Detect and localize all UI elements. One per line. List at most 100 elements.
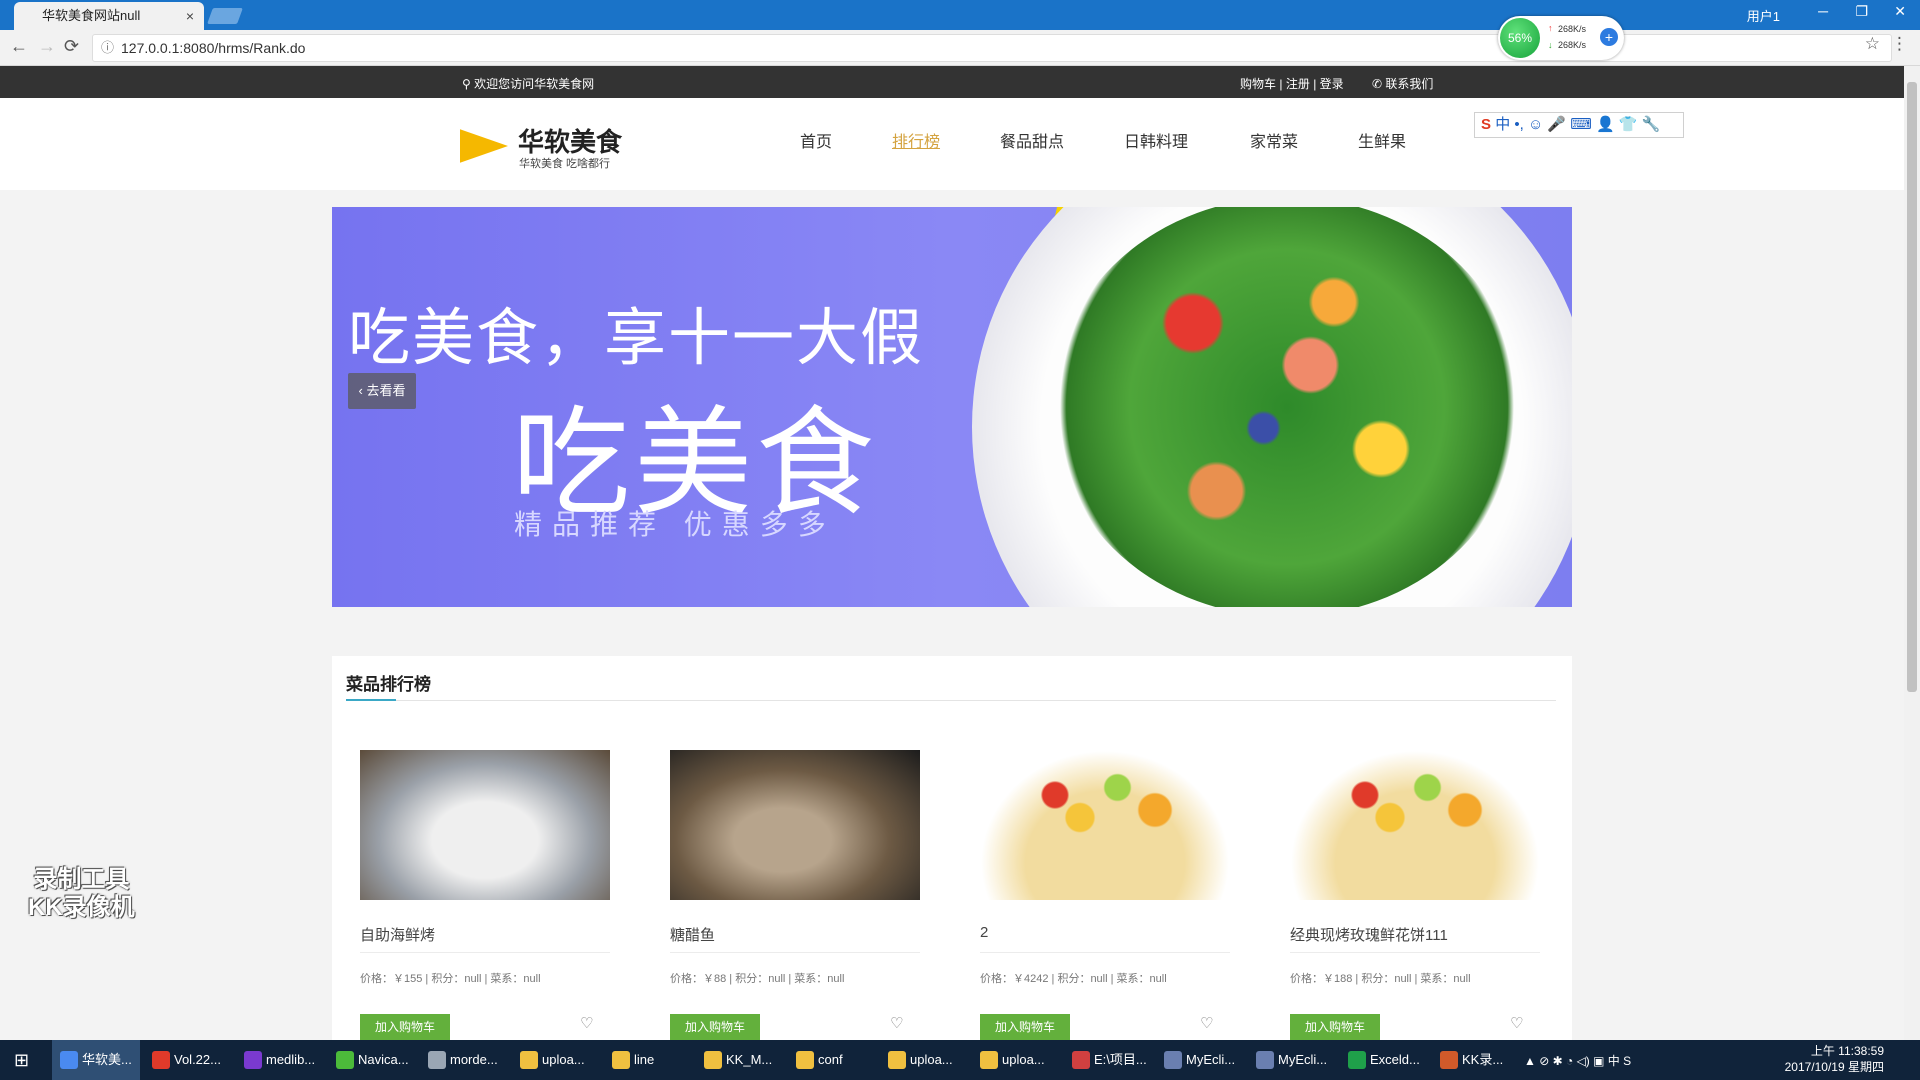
cart-link[interactable]: 购物车 <box>1240 77 1276 91</box>
divider <box>670 952 920 953</box>
nav-fresh-fruit[interactable]: 生鲜果 <box>1358 128 1406 152</box>
nav-rank[interactable]: 排行榜 <box>892 128 940 152</box>
windows-taskbar: ⊞ 华软美... Vol.22... medlib... Navica... m… <box>0 1040 1920 1080</box>
clock-time: 上午 11:38:59 <box>1810 1044 1884 1058</box>
taskbar-item[interactable]: 华软美... <box>52 1040 140 1080</box>
hero-banner[interactable]: 吃美食，享十一大假 吃美食 精品推荐 优惠多多 ‹ 去看看 <box>332 207 1572 607</box>
scrollbar-thumb[interactable] <box>1907 82 1917 692</box>
watermark-line2: KK录像机 <box>28 894 135 921</box>
heart-icon[interactable]: ♡ <box>580 1014 593 1032</box>
network-speed-widget[interactable]: 56% ↑ 268K/s ↓ 268K/s + <box>1498 16 1624 60</box>
browser-tab[interactable]: 华软美食网站null × <box>14 2 204 30</box>
logo-subtitle: 华软美食 吃啥都行 <box>519 158 611 170</box>
taskbar-clock[interactable]: 上午 11:38:59 2017/10/19 星期四 <box>1785 1043 1884 1075</box>
ranking-section: 菜品排行榜 自助海鲜烤 价格：￥155 | 积分：null | 菜系：null … <box>332 656 1572 1046</box>
ime-toolbar[interactable]: S 中 •, ☺ 🎤 ⌨ 👤 👕 🔧 <box>1474 112 1684 138</box>
dish-meta: 价格：￥88 | 积分：null | 菜系：null <box>670 973 845 985</box>
taskbar-item[interactable]: conf <box>788 1040 876 1080</box>
dish-card[interactable]: 2 价格：￥4242 | 积分：null | 菜系：null 加入购物车 ♡ <box>966 736 1248 1056</box>
taskbar-item[interactable]: uploa... <box>512 1040 600 1080</box>
new-tab-button[interactable] <box>207 8 243 24</box>
nav-japanese-korean[interactable]: 日韩料理 <box>1124 128 1188 152</box>
separator: | <box>1313 77 1317 91</box>
dish-image[interactable] <box>670 750 920 900</box>
windows-start-icon[interactable]: ⊞ <box>14 1050 29 1071</box>
dish-image[interactable] <box>1290 750 1540 900</box>
divider <box>360 952 610 953</box>
tab-close-icon[interactable]: × <box>186 2 194 30</box>
dish-name[interactable]: 经典现烤玫瑰鲜花饼111 <box>1290 924 1448 945</box>
recorder-watermark: 录制工具 KK录像机 <box>28 866 135 922</box>
reload-icon[interactable]: ⟳ <box>64 36 79 57</box>
dish-card[interactable]: 糖醋鱼 价格：￥88 | 积分：null | 菜系：null 加入购物车 ♡ <box>656 736 938 1056</box>
bookmark-star-icon[interactable]: ☆ <box>1865 34 1880 54</box>
restore-icon[interactable]: ❐ <box>1855 3 1868 20</box>
minimize-icon[interactable]: ─ <box>1818 3 1828 19</box>
divider <box>980 952 1230 953</box>
watermark-line1: 录制工具 <box>33 866 130 893</box>
ime-tools-icon[interactable]: 中 •, ☺ 🎤 ⌨ 👤 👕 🔧 <box>1495 116 1660 133</box>
dish-card[interactable]: 经典现烤玫瑰鲜花饼111 价格：￥188 | 积分：null | 菜系：null… <box>1276 736 1558 1056</box>
divider <box>1290 952 1540 953</box>
taskbar-item[interactable]: Navica... <box>328 1040 416 1080</box>
register-link[interactable]: 注册 <box>1286 77 1310 91</box>
close-window-icon[interactable]: ✕ <box>1894 3 1906 20</box>
taskbar-item[interactable]: KK_M... <box>696 1040 784 1080</box>
taskbar-item[interactable]: uploa... <box>880 1040 968 1080</box>
salad-image <box>1052 207 1522 607</box>
dish-name[interactable]: 糖醋鱼 <box>670 924 715 945</box>
system-tray-icons[interactable]: ▲ ⊘ ✱ ◔ ◁) ▣ 中 S <box>1524 1052 1631 1069</box>
nav-home[interactable]: 首页 <box>800 128 832 152</box>
sogou-icon: S <box>1481 116 1492 133</box>
taskbar-item[interactable]: Vol.22... <box>144 1040 232 1080</box>
page-scrollbar[interactable] <box>1904 66 1920 1040</box>
site-header: 华软美食 华软美食 吃啥都行 首页 排行榜 餐品甜点 日韩料理 家常菜 生鲜果 … <box>0 98 1904 190</box>
phone-icon: ✆ <box>1372 77 1386 91</box>
contact-link[interactable]: ✆ 联系我们 <box>1372 75 1433 92</box>
taskbar-item[interactable]: uploa... <box>972 1040 1060 1080</box>
heart-icon[interactable]: ♡ <box>1510 1014 1523 1032</box>
dish-name[interactable]: 自助海鲜烤 <box>360 924 435 945</box>
taskbar-item[interactable]: E:\项目... <box>1064 1040 1152 1080</box>
taskbar-item[interactable]: MyEcli... <box>1248 1040 1336 1080</box>
location-pin-icon: ⚲ <box>462 77 475 91</box>
dish-meta: 价格：￥188 | 积分：null | 菜系：null <box>1290 973 1471 985</box>
site-info-icon[interactable]: ⓘ <box>101 35 114 61</box>
banner-headline: 吃美食，享十一大假 <box>348 304 925 373</box>
dish-image[interactable] <box>360 750 610 900</box>
url-text: 127.0.0.1:8080/hrms/Rank.do <box>121 40 306 56</box>
profile-user[interactable]: 用户1 <box>1747 6 1780 25</box>
taskbar-item[interactable]: medlib... <box>236 1040 324 1080</box>
tab-title: 华软美食网站null <box>42 8 141 23</box>
heart-icon[interactable]: ♡ <box>890 1014 903 1032</box>
nav-desserts[interactable]: 餐品甜点 <box>1000 128 1064 152</box>
chevron-left-icon: ‹ <box>358 383 363 398</box>
section-title: 菜品排行榜 <box>346 675 431 694</box>
banner-prev-button[interactable]: ‹ 去看看 <box>348 373 416 409</box>
taskbar-item[interactable]: line <box>604 1040 692 1080</box>
taskbar-item[interactable]: KK录... <box>1432 1040 1520 1080</box>
logo-icon[interactable] <box>460 129 508 163</box>
site-topbar: ⚲ 欢迎您访问华软美食网 购物车 | 注册 | 登录 ✆ 联系我们 <box>0 66 1904 98</box>
logo-title[interactable]: 华软美食 <box>518 122 622 159</box>
add-to-cart-button[interactable]: 加入购物车 <box>1290 1014 1380 1040</box>
add-to-cart-button[interactable]: 加入购物车 <box>670 1014 760 1040</box>
taskbar-item[interactable]: Exceld... <box>1340 1040 1428 1080</box>
plus-icon[interactable]: + <box>1600 28 1618 46</box>
login-link[interactable]: 登录 <box>1320 77 1344 91</box>
heart-icon[interactable]: ♡ <box>1200 1014 1213 1032</box>
nav-home-cooking[interactable]: 家常菜 <box>1250 128 1298 152</box>
back-icon[interactable]: ← <box>10 36 28 57</box>
dish-meta: 价格：￥155 | 积分：null | 菜系：null <box>360 973 541 985</box>
forward-icon[interactable]: → <box>38 36 56 57</box>
speed-percent: 56% <box>1500 18 1540 58</box>
browser-menu-icon[interactable]: ⋮ <box>1891 34 1908 54</box>
taskbar-item[interactable]: MyEcli... <box>1156 1040 1244 1080</box>
add-to-cart-button[interactable]: 加入购物车 <box>360 1014 450 1040</box>
taskbar-item[interactable]: morde... <box>420 1040 508 1080</box>
dish-name[interactable]: 2 <box>980 924 988 941</box>
add-to-cart-button[interactable]: 加入购物车 <box>980 1014 1070 1040</box>
dish-card[interactable]: 自助海鲜烤 价格：￥155 | 积分：null | 菜系：null 加入购物车 … <box>346 736 628 1056</box>
welcome-text: ⚲ 欢迎您访问华软美食网 <box>462 77 595 91</box>
dish-image[interactable] <box>980 750 1230 900</box>
